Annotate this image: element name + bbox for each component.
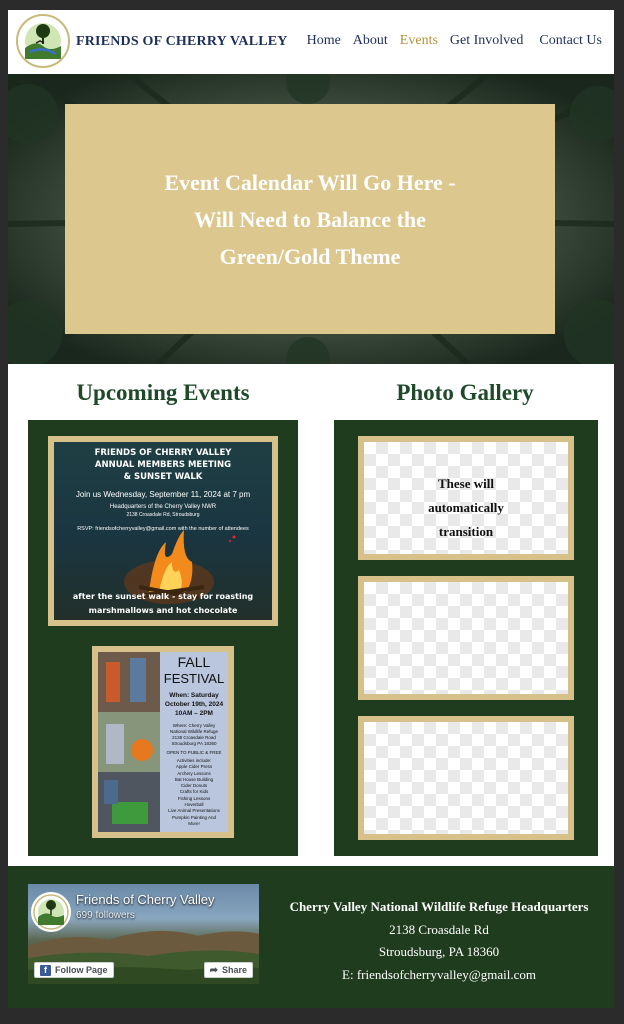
event-flyer-members-meeting[interactable]: FRIENDS OF CHERRY VALLEY ANNUAL MEMBERS … — [48, 436, 278, 626]
gallery-slide-2[interactable] — [358, 576, 574, 700]
flyer2-activities-list: Activities include: Apple Cider Press Ar… — [160, 758, 228, 827]
site-title[interactable]: FRIENDS OF CHERRY VALLEY — [76, 34, 288, 50]
upcoming-events-heading: Upcoming Events — [76, 380, 250, 405]
main-nav: Home About Events Get Involved Contact U… — [295, 33, 602, 49]
nav-events[interactable]: Events — [400, 33, 438, 49]
flyer2-where-line4: Stroudsburg PA 18360 — [171, 741, 217, 746]
contact-info: Cherry Valley National Wildlife Refuge H… — [270, 896, 608, 986]
site-footer: Friends of Cherry Valley 699 followers f… — [8, 866, 614, 1008]
flyer1-location-line2: 2138 Croasdale Rd, Stroudsburg — [126, 512, 200, 518]
gallery-slide-1[interactable]: These will automatically transition — [358, 436, 574, 560]
nav-get-involved[interactable]: Get Involved — [450, 33, 523, 49]
site-header: FRIENDS OF CHERRY VALLEY Home About Even… — [8, 10, 614, 74]
address-line1: 2138 Croasdale Rd — [389, 921, 489, 937]
facebook-share-button[interactable]: ➦ Share — [203, 962, 253, 978]
gallery-image-placeholder — [364, 722, 568, 834]
activity-item: More! — [188, 820, 200, 826]
flyer1-date-line: Join us Wednesday, September 11, 2024 at… — [75, 490, 251, 499]
gallery-caption: These will automatically transition — [364, 472, 568, 544]
activity-item: Live Animal Presentations — [168, 808, 220, 814]
follow-page-label: Follow Page — [55, 965, 108, 975]
flyer1-rsvp-line: RSVP: friendsofcherryvalley@gmail.com wi… — [77, 526, 249, 532]
page: FRIENDS OF CHERRY VALLEY Home About Even… — [8, 10, 614, 1008]
gallery-slide-3[interactable] — [358, 716, 574, 840]
nav-home[interactable]: Home — [307, 33, 341, 49]
email-line[interactable]: E: friendsofcherryvalley@gmail.com — [270, 964, 608, 987]
address-line2: Stroudsburg, PA 18360 — [378, 944, 500, 959]
nav-contact-us[interactable]: Contact Us — [539, 33, 602, 49]
nav-about[interactable]: About — [353, 33, 388, 49]
flyer1-title-line3: & SUNSET WALK — [123, 472, 203, 482]
photo-gallery-panel: These will automatically transition — [334, 420, 598, 856]
facebook-page-name[interactable]: Friends of Cherry Valley — [76, 892, 214, 907]
flyer2-where-line2: National Wildlife Refuge — [169, 729, 219, 734]
gallery-caption-line1: These will — [438, 476, 494, 491]
flyer2-where-line3: 2138 Croasdale Road — [172, 735, 216, 740]
fall-festival-photos — [98, 652, 160, 832]
flyer1-title-line1: FRIENDS OF CHERRY VALLEY — [94, 448, 232, 458]
facebook-followers-count: 699 followers — [76, 910, 135, 921]
facebook-follow-button[interactable]: f Follow Page — [34, 962, 114, 978]
flyer1-bottom-line1: after the sunset walk - stay for roastin… — [72, 592, 254, 601]
facebook-page-widget[interactable]: Friends of Cherry Valley 699 followers f… — [28, 884, 259, 984]
flyer2-when-date: October 19th, 2024 — [164, 701, 224, 708]
share-arrow-icon: ➦ — [209, 964, 218, 976]
hero-text: Event Calendar Will Go Here - Will Need … — [164, 169, 456, 269]
event-calendar-placeholder: Event Calendar Will Go Here - Will Need … — [65, 104, 555, 334]
share-label: Share — [221, 965, 247, 975]
flyer1-bottom-line2: marshmallows and hot chocolate — [88, 606, 238, 615]
cherry-valley-logo-icon[interactable] — [16, 14, 70, 68]
gallery-caption-line2: automatically — [428, 500, 504, 515]
gallery-caption-line3: transition — [438, 524, 494, 539]
upcoming-events-panel: FRIENDS OF CHERRY VALLEY ANNUAL MEMBERS … — [28, 420, 298, 856]
flyer2-when-time: 10AM – 2PM — [175, 710, 213, 717]
hero-banner: Event Calendar Will Go Here - Will Need … — [8, 74, 614, 364]
flyer2-title-line2: FESTIVAL — [163, 671, 225, 686]
flyer2-where-line1: Where: Cherry Valley — [172, 723, 216, 728]
flyer1-title-line2: ANNUAL MEMBERS MEETING — [94, 460, 232, 470]
facebook-icon: f — [40, 964, 51, 976]
event-flyer-fall-festival[interactable]: FALL FESTIVAL When: Saturday October 19t… — [92, 646, 234, 838]
photo-gallery-heading: Photo Gallery — [396, 380, 534, 405]
flyer2-when-label: When: Saturday — [169, 692, 219, 699]
hq-name: Cherry Valley National Wildlife Refuge H… — [289, 899, 589, 914]
gallery-image-placeholder — [364, 582, 568, 694]
facebook-page-avatar[interactable] — [31, 892, 71, 932]
gallery-image-placeholder: These will automatically transition — [364, 442, 568, 554]
flyer2-open-line: OPEN TO PUBLIC & FREE — [166, 750, 222, 755]
flyer2-title-line1: FALL — [177, 654, 211, 670]
flyer1-location-line1: Headquarters of the Cherry Valley NWR — [109, 504, 217, 510]
